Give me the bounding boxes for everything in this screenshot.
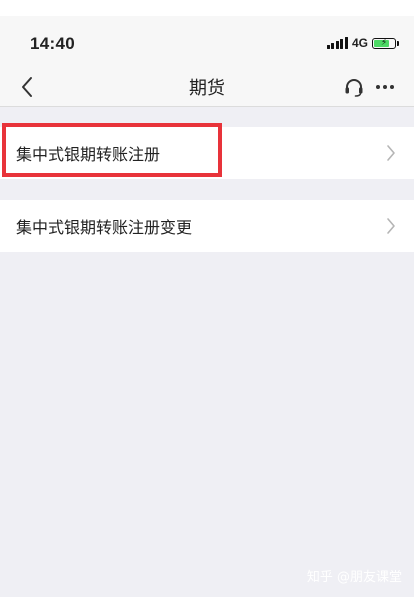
headset-icon (345, 79, 363, 97)
menu-item-bank-futures-transfer-register-change[interactable]: 集中式银期转账注册变更 (0, 200, 414, 252)
chevron-right-icon (387, 218, 395, 234)
customer-service-button[interactable] (341, 74, 367, 100)
menu-item-bank-futures-transfer-register[interactable]: 集中式银期转账注册 (0, 127, 414, 179)
battery-icon: ⚡ (372, 37, 396, 49)
network-type: 4G (351, 36, 368, 50)
menu-list-area: 集中式银期转账注册 集中式银期转账注册变更 知乎 @朋友课堂 (0, 107, 414, 597)
menu-item-label: 集中式银期转账注册 (16, 145, 161, 164)
more-dots-icon[interactable] (372, 74, 398, 100)
battery-cap (397, 40, 399, 46)
menu-item-label: 集中式银期转账注册变更 (16, 218, 193, 237)
chevron-right-icon (387, 145, 395, 161)
status-bar: 14:40 4G ⚡ (0, 16, 414, 68)
signal-icon (326, 37, 348, 49)
status-indicators: 4G ⚡ (326, 36, 399, 50)
navigation-bar: 期货 (0, 68, 414, 107)
screen-top-band (0, 0, 414, 16)
watermark-text: 知乎 @朋友课堂 (306, 570, 402, 585)
charging-bolt-icon: ⚡ (380, 37, 388, 48)
status-time: 14:40 (30, 34, 75, 53)
